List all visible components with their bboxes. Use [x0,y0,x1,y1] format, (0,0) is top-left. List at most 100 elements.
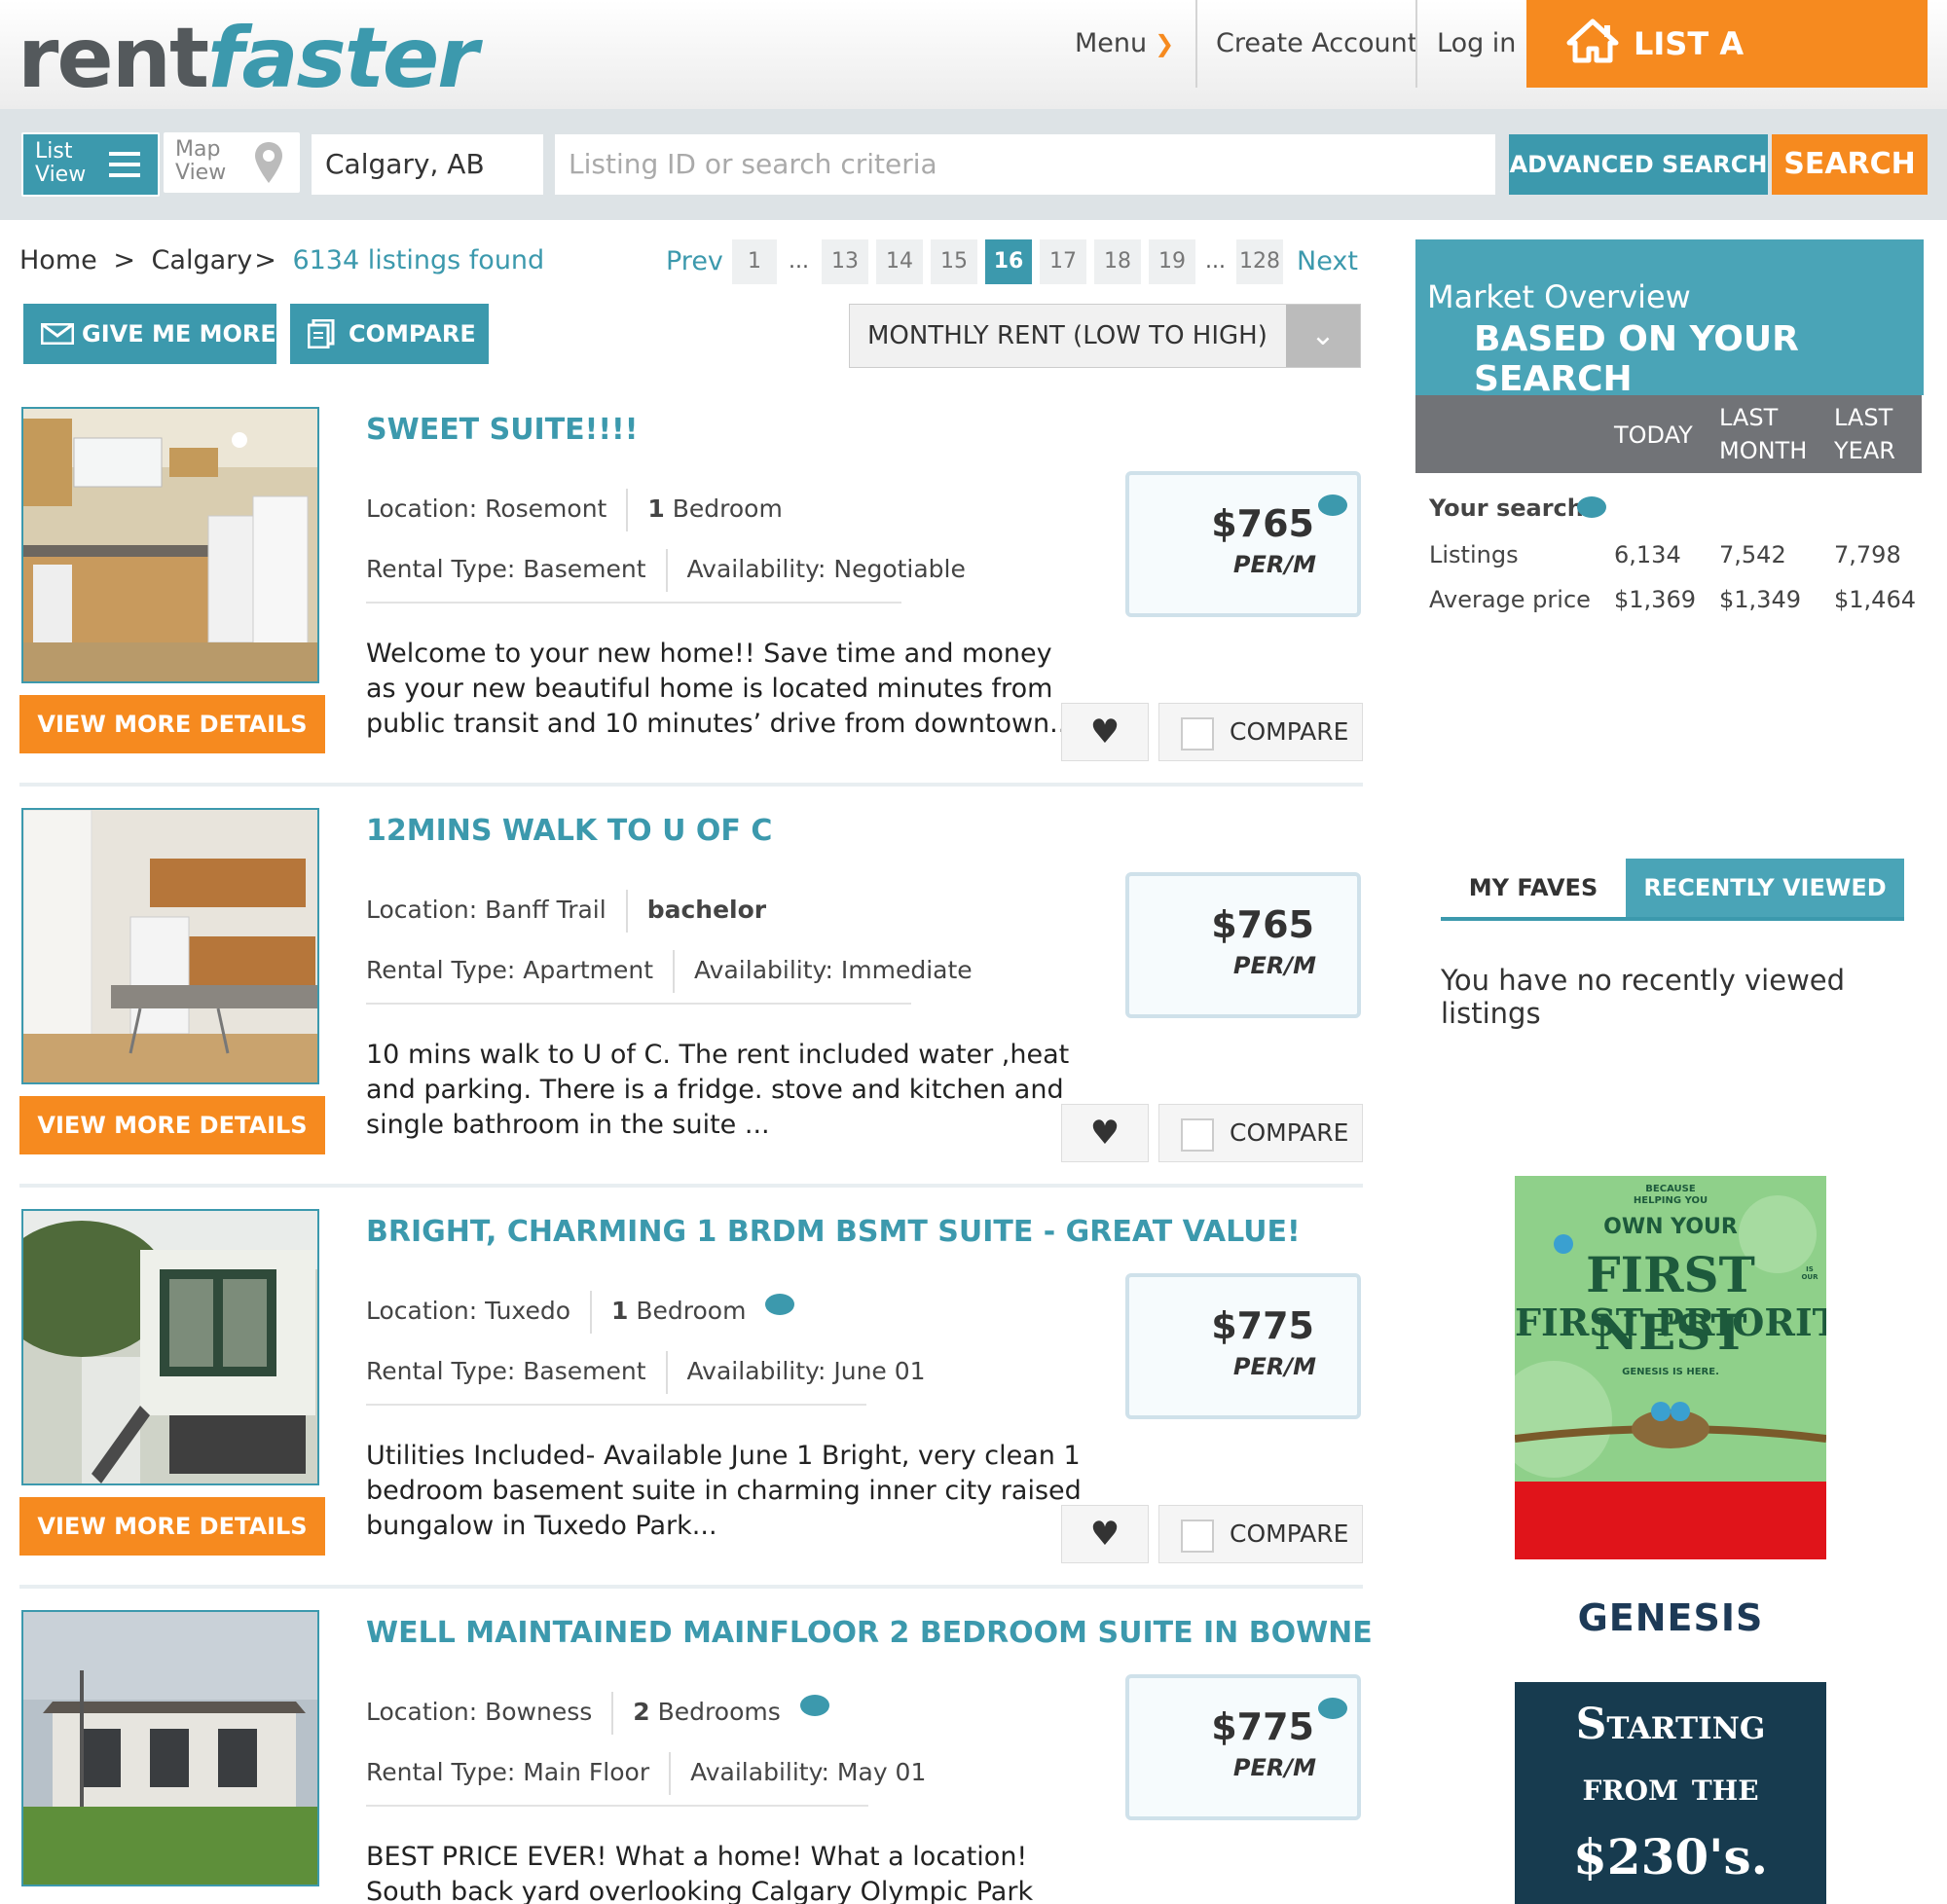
chat-bubble-icon [1318,1698,1347,1719]
view-more-details-button[interactable]: VIEW MORE DETAILS [19,1096,325,1154]
pager-page[interactable]: 19 [1149,239,1195,284]
chat-bubble-icon[interactable] [1577,496,1606,518]
listing-description: 10 mins walk to U of C. The rent include… [366,1040,1070,1140]
view-more-details-button[interactable]: VIEW MORE DETAILS [19,1497,325,1556]
compare-checkbox-button[interactable]: COMPARE [1158,1104,1363,1162]
menu-button[interactable]: Menu ❯ [1075,0,1174,88]
listing-bedrooms: 1 [647,494,665,523]
breadcrumb-home[interactable]: Home [19,245,97,275]
stat-price-today: $1,369 [1614,586,1696,613]
price-box: $765 PER/M [1125,471,1361,617]
stat-price-last-year: $1,464 [1834,586,1916,613]
market-overview-header: Market Overview BASED ON YOUR SEARCH [1415,239,1924,399]
listing-separator [19,1184,1363,1188]
listing-card: VIEW MORE DETAILS 12MINS WALK TO U OF C … [0,808,1373,1209]
advertisement-banner[interactable]: Starting from the $230's. [1515,1682,1826,1904]
listing-separator [19,1585,1363,1589]
tab-my-faves[interactable]: MY FAVES [1441,859,1626,917]
chevron-down-icon: ⌄ [1286,305,1360,367]
listing-price: $765 [1211,502,1314,545]
listing-photo[interactable] [21,407,319,683]
search-criteria-input[interactable]: Listing ID or search criteria [555,134,1495,195]
listing-description: BEST PRICE EVER! What a home! What a loc… [366,1842,1034,1904]
nav-divider [1195,0,1197,88]
list-property-button[interactable]: LIST A PROPERTY [1526,0,1928,150]
listings-count: 6134 listings found [292,245,545,275]
nav-divider [1415,0,1417,88]
chat-bubble-icon [799,1695,829,1716]
listing-card: VIEW MORE DETAILS SWEET SUITE!!!! Locati… [0,407,1373,808]
pager-page[interactable]: 14 [876,239,923,284]
pager-next[interactable]: Next [1297,239,1358,284]
checkbox[interactable] [1181,1520,1214,1553]
pager-page[interactable]: 1 [732,239,777,284]
chat-bubble-icon [1318,494,1347,516]
listing-card: WELL MAINTAINED MAINFLOOR 2 BEDROOM SUIT… [0,1610,1373,1904]
listing-title[interactable]: SWEET SUITE!!!! [366,413,638,447]
pager-ellipsis: ... [1205,249,1226,274]
compare-checkbox-button[interactable]: COMPARE [1158,703,1363,761]
login-link[interactable]: Log in [1437,0,1516,88]
listing-photo[interactable] [21,1209,319,1485]
listing-bedrooms: 1 [611,1297,629,1325]
breadcrumb: Home > Calgary> 6134 listings found [19,245,545,275]
pager-page[interactable]: 18 [1094,239,1141,284]
price-box: $775 PER/M [1125,1273,1361,1419]
list-icon [109,152,140,177]
view-more-details-button[interactable]: VIEW MORE DETAILS [19,695,325,753]
listing-separator [19,783,1363,787]
your-search-label: Your search [1429,494,1584,522]
rentfaster-logo[interactable]: rentfaster [18,10,479,107]
pager-page[interactable]: 13 [822,239,868,284]
heart-icon: ♥ [1089,1114,1120,1153]
listing-rental-type: Rental Type: Apartment [366,956,654,984]
genesis-logo[interactable]: GENESIS [1515,1596,1826,1639]
list-view-toggle[interactable]: List View [21,132,160,197]
search-button[interactable]: SEARCH [1772,134,1928,195]
map-view-toggle[interactable]: Map View [164,132,300,193]
checkbox[interactable] [1181,1118,1214,1152]
price-box: $775 PER/M [1125,1674,1361,1820]
pager-ellipsis: ... [789,249,809,274]
heart-icon: ♥ [1089,1515,1120,1554]
listing-bedrooms: 2 [633,1698,650,1726]
pager-page[interactable]: 128 [1236,239,1283,284]
compare-checkbox-button[interactable]: COMPARE [1158,1505,1363,1563]
listing-rental-type: Rental Type: Main Floor [366,1758,650,1786]
stat-price-last-month: $1,349 [1719,586,1801,613]
listing-availability: Availability: Immediate [694,956,973,984]
listing-title[interactable]: 12MINS WALK TO U OF C [366,814,772,848]
chat-bubble-icon [765,1294,795,1315]
chevron-down-icon: ❯ [1155,30,1175,57]
listing-description: Utilities Included- Available June 1 Bri… [366,1441,1082,1541]
listing-description: Welcome to your new home!! Save time and… [366,639,1075,739]
checkbox[interactable] [1181,717,1214,751]
favorite-heart-button[interactable]: ♥ [1061,1505,1149,1563]
map-pin-icon [255,142,282,183]
give-me-more-button[interactable]: GIVE ME MORE [23,304,276,364]
compare-all-button[interactable]: COMPARE [290,304,489,364]
advanced-search-button[interactable]: ADVANCED SEARCH [1509,134,1768,195]
listing-title[interactable]: BRIGHT, CHARMING 1 BRDM BSMT SUITE - GRE… [366,1215,1301,1249]
listing-photo[interactable] [21,808,319,1084]
create-account-link[interactable]: Create Account [1216,0,1417,88]
breadcrumb-city[interactable]: Calgary [152,245,253,275]
sort-select[interactable]: MONTHLY RENT (LOW TO HIGH) ⌄ [849,304,1361,368]
pager-prev[interactable]: Prev [666,239,723,284]
pager-page[interactable]: 15 [931,239,977,284]
favorite-heart-button[interactable]: ♥ [1061,1104,1149,1162]
tab-recently-viewed[interactable]: RECENTLY VIEWED [1626,859,1904,917]
advertisement-banner[interactable]: BECAUSE HELPING YOU OWN YOUR FIRST NEST I… [1515,1176,1826,1559]
listing-card: VIEW MORE DETAILS BRIGHT, CHARMING 1 BRD… [0,1209,1373,1610]
pager-page[interactable]: 17 [1040,239,1086,284]
listing-photo[interactable] [21,1610,319,1886]
empty-state-text: You have no recently viewed listings [1441,964,1846,1030]
city-input[interactable]: Calgary, AB [312,134,543,195]
pager-page-current[interactable]: 16 [985,239,1032,284]
listing-availability: Availability: Negotiable [686,555,966,583]
heart-icon: ♥ [1089,713,1120,751]
price-box: $765 PER/M [1125,872,1361,1018]
listing-title[interactable]: WELL MAINTAINED MAINFLOOR 2 BEDROOM SUIT… [366,1616,1373,1650]
listing-availability: Availability: May 01 [690,1758,927,1786]
favorite-heart-button[interactable]: ♥ [1061,703,1149,761]
